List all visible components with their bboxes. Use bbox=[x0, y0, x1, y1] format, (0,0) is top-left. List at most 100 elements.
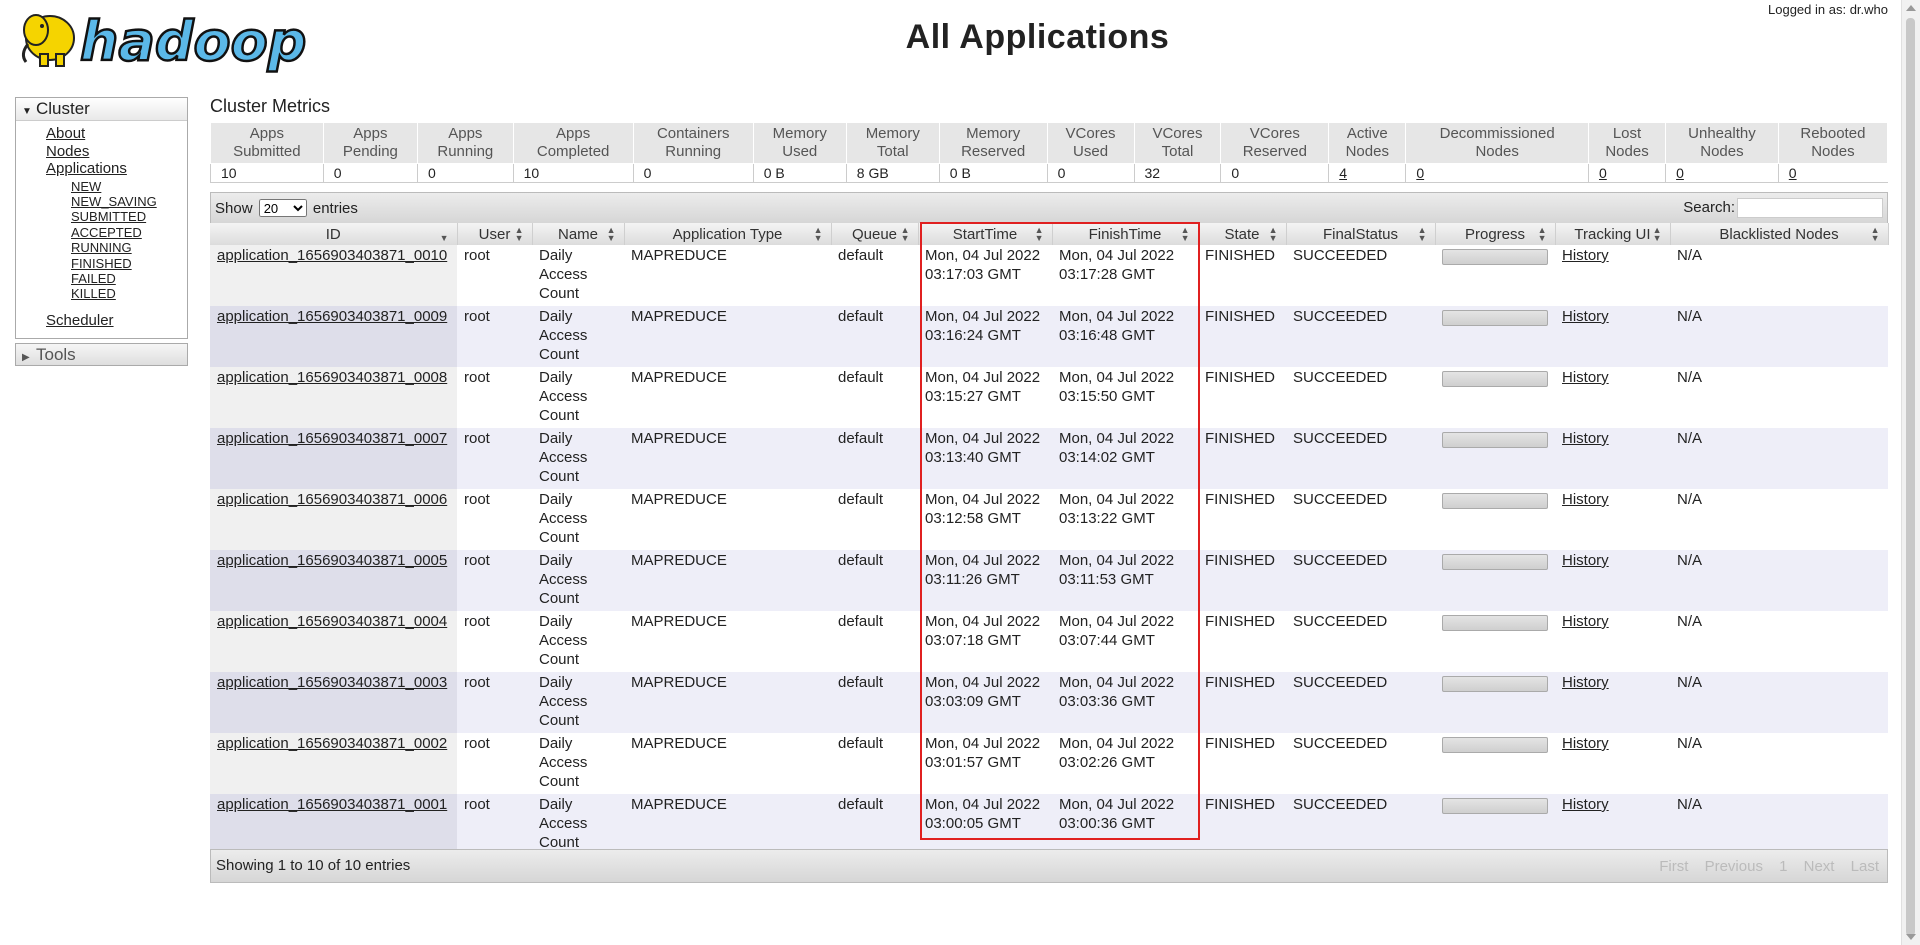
metric-header-line: Submitted bbox=[233, 143, 301, 160]
pager-last[interactable]: Last bbox=[1851, 858, 1879, 875]
sidebar-tools-panel[interactable]: ▶ Tools bbox=[15, 343, 188, 366]
cell-user: root bbox=[457, 306, 532, 367]
column-header-tracking-ui[interactable]: Tracking UI ▲ ▼ bbox=[1555, 223, 1671, 245]
column-header-queue[interactable]: Queue ▲ ▼ bbox=[831, 223, 919, 245]
metric-link-rebooted-nodes[interactable]: 0 bbox=[1789, 165, 1797, 181]
applications-table: ID ▼ User ▲ ▼ Name ▲ ▼ Application Type ▲ ▼ Queue ▲ ▼… bbox=[210, 223, 1889, 855]
cluster-header[interactable]: ▼ Cluster bbox=[16, 98, 187, 121]
column-header-name[interactable]: Name ▲ ▼ bbox=[532, 223, 625, 245]
column-header-application-type[interactable]: Application Type ▲ ▼ bbox=[624, 223, 832, 245]
table-row: application_1656903403871_0006 root Daily … bbox=[210, 489, 1888, 550]
progress-bar bbox=[1442, 737, 1548, 753]
metric-header-active-nodes: Active Nodes bbox=[1328, 122, 1407, 164]
application-id-link[interactable]: application_1656903403871_0010 bbox=[217, 247, 447, 264]
scroll-down-icon[interactable] bbox=[1906, 934, 1916, 940]
column-header-user[interactable]: User ▲ ▼ bbox=[457, 223, 533, 245]
history-link[interactable]: History bbox=[1562, 796, 1609, 813]
entries-select[interactable]: 20 bbox=[258, 199, 307, 217]
application-id-link[interactable]: application_1656903403871_0007 bbox=[217, 430, 447, 447]
cell-final-status: SUCCEEDED bbox=[1286, 550, 1435, 611]
column-header-label: User bbox=[478, 225, 511, 243]
progress-bar bbox=[1442, 615, 1548, 631]
history-link[interactable]: History bbox=[1562, 613, 1609, 630]
column-header-label: ID bbox=[325, 225, 341, 243]
metric-value-rebooted-nodes: 0 bbox=[1777, 163, 1888, 183]
scroll-thumb[interactable] bbox=[1906, 18, 1915, 936]
column-header-finish-time[interactable]: FinishTime ▲ ▼ bbox=[1052, 223, 1199, 245]
nav-nodes[interactable]: Nodes bbox=[46, 143, 89, 160]
pager-next[interactable]: Next bbox=[1804, 858, 1835, 875]
column-header-start-time[interactable]: StartTime ▲ ▼ bbox=[918, 223, 1053, 245]
history-link[interactable]: History bbox=[1562, 247, 1609, 264]
application-id-link[interactable]: application_1656903403871_0009 bbox=[217, 308, 447, 325]
cell-queue: default bbox=[831, 367, 918, 428]
cell-start-time: Mon, 04 Jul 2022 03:07:18 GMT bbox=[918, 611, 1052, 672]
application-id-link[interactable]: application_1656903403871_0003 bbox=[217, 674, 447, 691]
nav-scheduler[interactable]: Scheduler bbox=[46, 312, 114, 329]
cell-application-type: MAPREDUCE bbox=[624, 306, 831, 367]
metric-header-line: Running bbox=[665, 143, 722, 160]
column-header-state[interactable]: State ▲ ▼ bbox=[1198, 223, 1287, 245]
metric-header-apps-running: Apps Running bbox=[417, 122, 514, 164]
column-header-label: StartTime bbox=[952, 225, 1018, 243]
nav-state-submitted[interactable]: SUBMITTED bbox=[71, 209, 146, 224]
vertical-scrollbar[interactable] bbox=[1901, 0, 1920, 945]
metric-header-line: Nodes bbox=[1605, 143, 1649, 160]
cell-start-time: Mon, 04 Jul 2022 03:13:40 GMT bbox=[918, 428, 1052, 489]
scroll-up-icon[interactable] bbox=[1906, 5, 1916, 11]
pager-previous[interactable]: Previous bbox=[1705, 858, 1763, 875]
application-id-link[interactable]: application_1656903403871_0004 bbox=[217, 613, 447, 630]
metric-header-line: Total bbox=[1161, 143, 1194, 160]
history-link[interactable]: History bbox=[1562, 674, 1609, 691]
cell-progress bbox=[1435, 611, 1555, 672]
metric-link-unhealthy-nodes[interactable]: 0 bbox=[1676, 165, 1684, 181]
cell-id: application_1656903403871_0002 bbox=[210, 733, 457, 794]
sort-both-icon: ▲ ▼ bbox=[1417, 225, 1427, 243]
metric-link-decommissioned-nodes[interactable]: 0 bbox=[1416, 165, 1424, 181]
nav-state-finished[interactable]: FINISHED bbox=[71, 256, 132, 271]
cell-application-type: MAPREDUCE bbox=[624, 672, 831, 733]
cell-start-time: Mon, 04 Jul 2022 03:17:03 GMT bbox=[918, 245, 1052, 306]
application-id-link[interactable]: application_1656903403871_0008 bbox=[217, 369, 447, 386]
metric-link-lost-nodes[interactable]: 0 bbox=[1599, 165, 1607, 181]
cell-progress bbox=[1435, 672, 1555, 733]
nav-state-accepted[interactable]: ACCEPTED bbox=[71, 225, 142, 240]
search-input[interactable] bbox=[1737, 198, 1883, 218]
nav-applications[interactable]: Applications bbox=[46, 160, 127, 177]
cell-finish-time: Mon, 04 Jul 2022 03:03:36 GMT bbox=[1052, 672, 1198, 733]
nav-state-killed[interactable]: KILLED bbox=[71, 286, 116, 301]
pager-first[interactable]: First bbox=[1659, 858, 1688, 875]
nav-state-running[interactable]: RUNNING bbox=[71, 240, 132, 255]
history-link[interactable]: History bbox=[1562, 491, 1609, 508]
cell-name: Daily Access Count bbox=[532, 672, 624, 733]
metric-link-active-nodes[interactable]: 4 bbox=[1339, 165, 1347, 181]
history-link[interactable]: History bbox=[1562, 430, 1609, 447]
history-link[interactable]: History bbox=[1562, 308, 1609, 325]
cell-state: FINISHED bbox=[1198, 245, 1286, 306]
table-row: application_1656903403871_0004 root Daily … bbox=[210, 611, 1888, 672]
application-id-link[interactable]: application_1656903403871_0002 bbox=[217, 735, 447, 752]
nav-state-new-saving[interactable]: NEW_SAVING bbox=[71, 194, 157, 209]
column-header-progress[interactable]: Progress ▲ ▼ bbox=[1435, 223, 1556, 245]
column-header-blacklisted-nodes[interactable]: Blacklisted Nodes ▲ ▼ bbox=[1670, 223, 1889, 245]
column-header-label: FinalStatus bbox=[1322, 225, 1399, 243]
history-link[interactable]: History bbox=[1562, 369, 1609, 386]
history-link[interactable]: History bbox=[1562, 552, 1609, 569]
metric-value-active-nodes: 4 bbox=[1328, 163, 1406, 183]
application-id-link[interactable]: application_1656903403871_0005 bbox=[217, 552, 447, 569]
cell-queue: default bbox=[831, 733, 918, 794]
cell-start-time: Mon, 04 Jul 2022 03:00:05 GMT bbox=[918, 794, 1052, 855]
column-header-id[interactable]: ID ▼ bbox=[210, 223, 458, 245]
cell-queue: default bbox=[831, 245, 918, 306]
metric-value-containers-running: 0 bbox=[632, 163, 754, 183]
application-id-link[interactable]: application_1656903403871_0006 bbox=[217, 491, 447, 508]
history-link[interactable]: History bbox=[1562, 735, 1609, 752]
sort-both-icon: ▲ ▼ bbox=[1870, 225, 1880, 243]
nav-state-new[interactable]: NEW bbox=[71, 179, 101, 194]
application-id-link[interactable]: application_1656903403871_0001 bbox=[217, 796, 447, 813]
metric-header-line: Apps bbox=[556, 125, 591, 142]
column-header-final-status[interactable]: FinalStatus ▲ ▼ bbox=[1286, 223, 1436, 245]
nav-state-failed[interactable]: FAILED bbox=[71, 271, 116, 286]
nav-about[interactable]: About bbox=[46, 125, 85, 142]
pager-page-1[interactable]: 1 bbox=[1779, 858, 1787, 875]
